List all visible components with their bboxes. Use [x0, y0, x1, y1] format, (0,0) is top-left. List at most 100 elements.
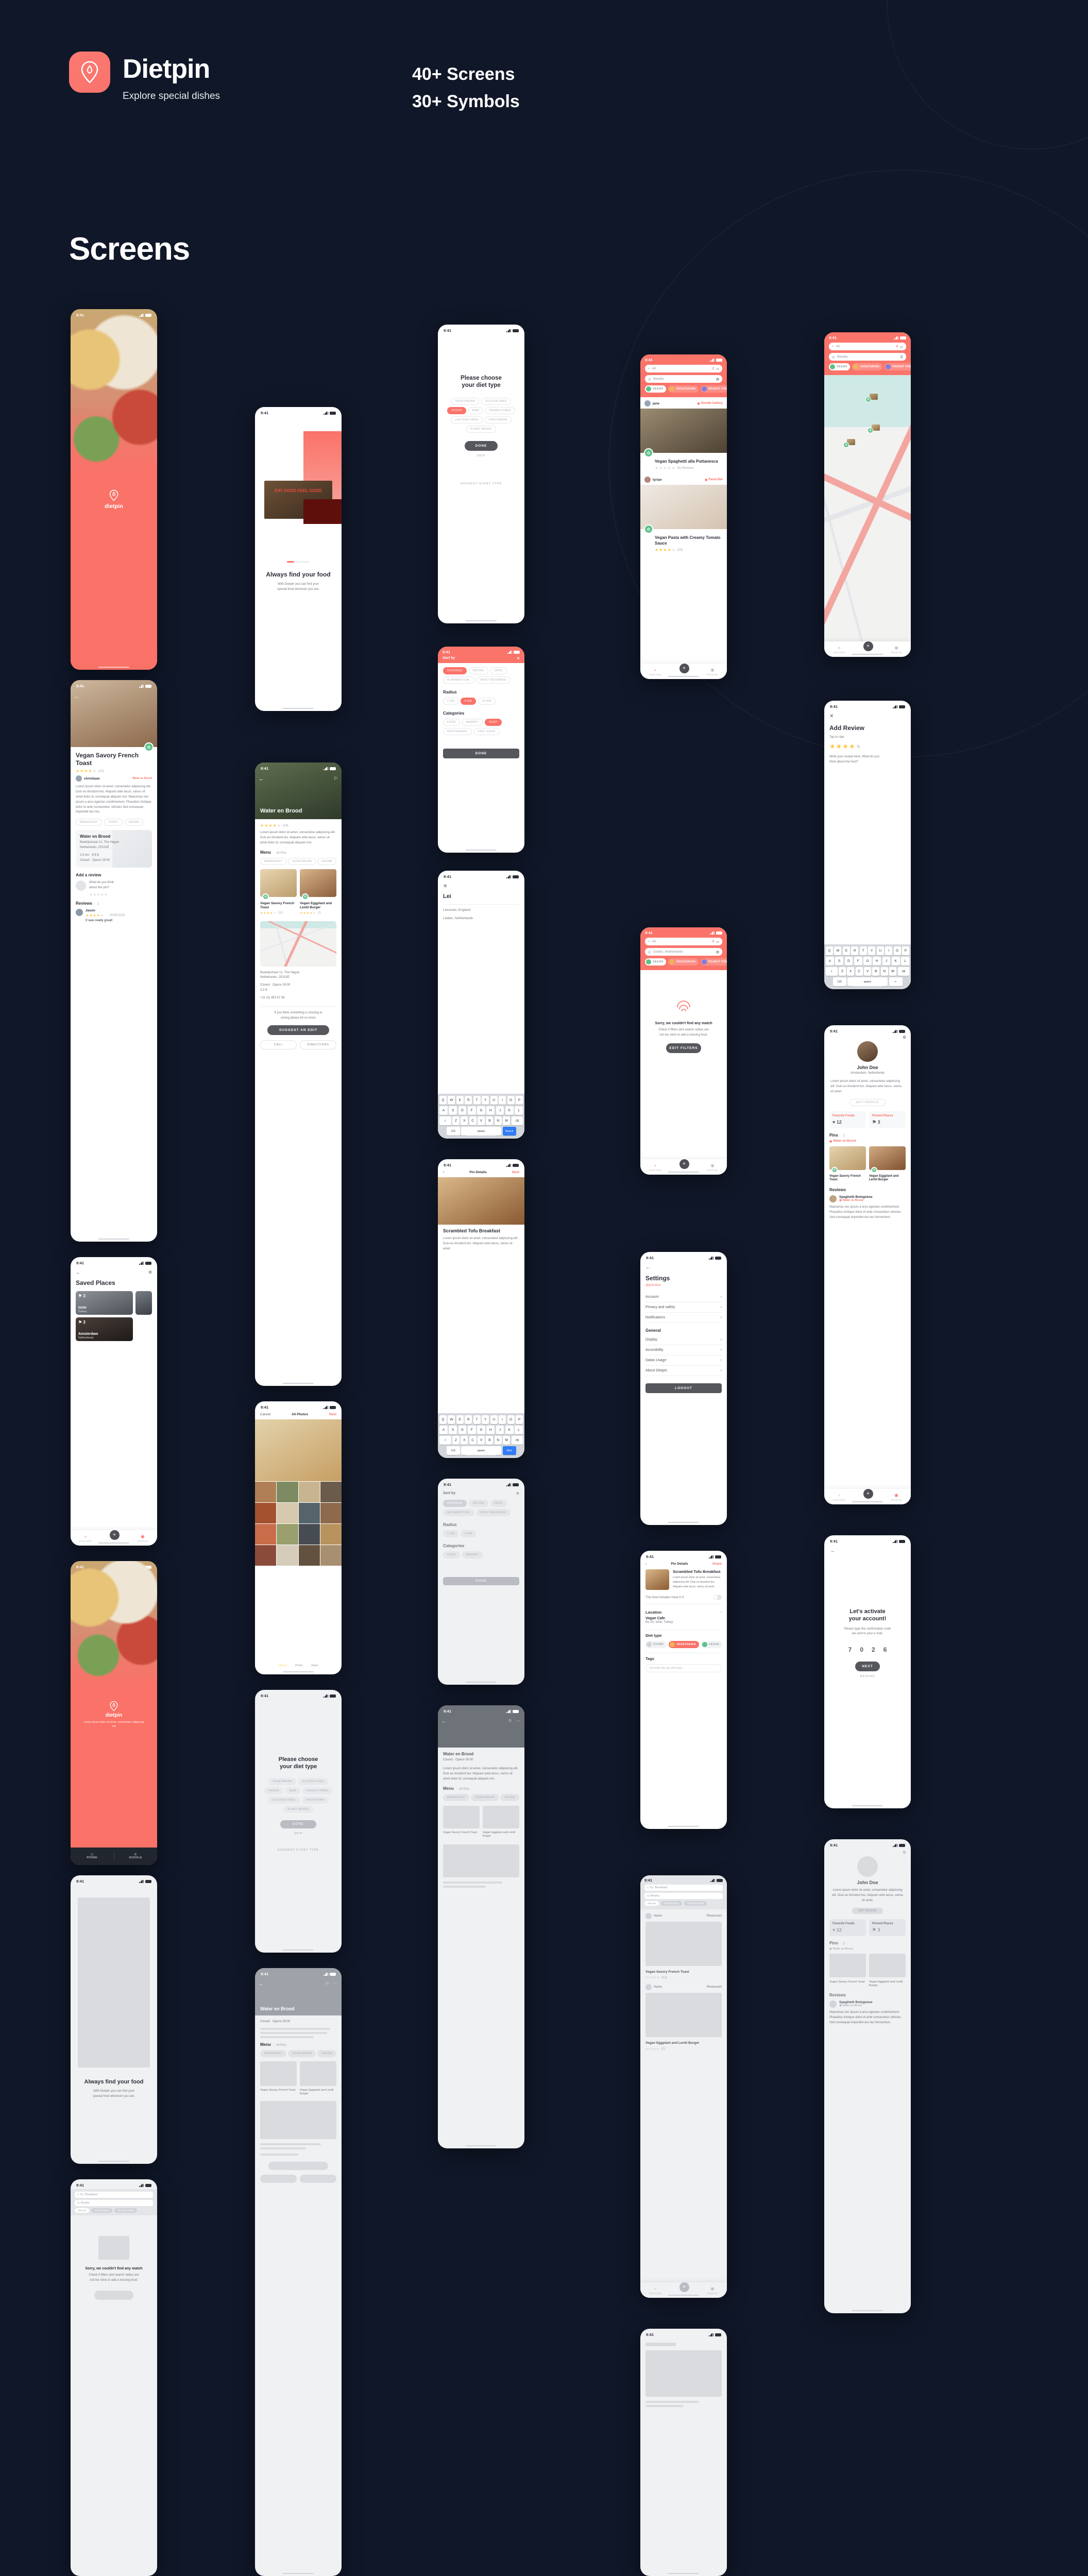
screen-wireframe-onboarding[interactable]: 9:41 Always find your food With Dietpin …: [71, 1875, 157, 2164]
screen-profile[interactable]: 9:41 ⚙ John Doe Amsterdam, Netherlands L…: [824, 1025, 911, 1504]
wireframe-map[interactable]: [260, 2101, 336, 2140]
settings-item-notifications[interactable]: Notifications ›: [645, 1313, 722, 1323]
back-arrow-icon[interactable]: ‹: [645, 1562, 647, 1566]
sort-option-date[interactable]: DATE: [490, 667, 507, 674]
next-button[interactable]: NEXT: [855, 1662, 880, 1672]
key-c[interactable]: C: [469, 1436, 477, 1445]
key-q[interactable]: Q: [439, 1096, 447, 1105]
tab-profile[interactable]: ◉ PROFILE: [707, 2286, 718, 2295]
diet-option[interactable]: FRUITARIAN: [301, 1796, 329, 1804]
key-a[interactable]: A: [439, 1426, 448, 1434]
screen-restaurant-detail[interactable]: 9:41 ← ⚐ Water en Brood ★ ★ ★ ★ ★ (24) Lorem…: [255, 762, 342, 1386]
keyboard[interactable]: QWERTYUIOP ASDFGHJKL ⇧ Z X C V B N M ⌫ 123 space N…: [438, 1413, 524, 1458]
profile-pin-card[interactable]: ✿ Vegan Savory French Toast: [829, 1146, 866, 1183]
add-pin-button[interactable]: +: [109, 1530, 120, 1540]
key-i[interactable]: I: [885, 946, 893, 955]
key-backspace[interactable]: ⌫: [897, 967, 910, 976]
suggest-edit-button[interactable]: [268, 2162, 328, 2171]
key-numbers[interactable]: 123: [446, 1127, 460, 1136]
key-h[interactable]: H: [486, 1106, 495, 1115]
tag-chip[interactable]: BREAKFAST: [260, 857, 287, 865]
key-n[interactable]: N: [494, 1116, 502, 1125]
diet-option[interactable]: VEGAN: [264, 1787, 283, 1794]
code-digit-4[interactable]: 6: [883, 1646, 887, 1653]
review-place[interactable]: ◉ Water en Brood: [839, 1199, 873, 1202]
sort-options[interactable]: DISTANCE RATING DATE ALPHABETICAL MOST R…: [443, 667, 519, 684]
map-pin-icon[interactable]: ✿: [843, 442, 849, 448]
map-pin-icon[interactable]: ✿: [868, 428, 873, 433]
filter-chips[interactable]: VEGAN VEGETARIAN PEANUT FREE: [645, 958, 727, 965]
suggest-diet-link[interactable]: SUGGEST A DIET TYPE: [444, 482, 518, 485]
screen-onboarding[interactable]: 9:41 EAT GOOD FEEL GOOD Always find your…: [255, 407, 342, 711]
tab-explore[interactable]: ⌕ EXPLORE: [833, 1493, 845, 1501]
tag-chip[interactable]: VEGAN: [500, 1793, 519, 1801]
next-button[interactable]: Next: [329, 1413, 336, 1416]
tab-explore[interactable]: ⌕ EXPLORE: [649, 667, 661, 676]
edit-filters-button[interactable]: EDIT FILTERS: [666, 1043, 701, 1053]
sort-option-distance[interactable]: DISTANCE: [443, 1500, 467, 1507]
gear-icon[interactable]: ⚙: [903, 1035, 906, 1040]
sort-option-most-reviewed[interactable]: MOST REVIEWED: [476, 676, 511, 684]
diet-option-lactose-free[interactable]: LACTOSE-FREE: [451, 416, 483, 423]
post-header[interactable]: Name Restaurant: [645, 1984, 722, 1991]
saved-place-card[interactable]: ⚑ 3 Amsterdam Netherlands: [76, 1317, 133, 1341]
screen-splash[interactable]: 9:41 dietpin: [71, 309, 157, 670]
settings-item-about[interactable]: About Dietpin ›: [645, 1366, 722, 1376]
radius-option-1km[interactable]: 1 KM: [443, 1530, 459, 1537]
filter-icon[interactable]: ⚏: [900, 345, 903, 349]
map-icon[interactable]: ▤: [716, 377, 719, 381]
key-e[interactable]: E: [456, 1096, 464, 1105]
call-button[interactable]: [260, 2175, 297, 2183]
nearby-input[interactable]: ◎ Nearby: [644, 1893, 723, 1899]
filter-chip-peanut-free[interactable]: PEANUT FREE: [114, 2208, 138, 2213]
key-z[interactable]: Z: [452, 1116, 460, 1125]
category-option-shop[interactable]: SHOP: [484, 719, 502, 726]
more-icon[interactable]: ⋯: [333, 1981, 337, 1986]
diet-chip-other[interactable]: OTHER: [645, 1640, 667, 1648]
tag-chip[interactable]: VEGETARIAN: [471, 1793, 499, 1801]
key-y[interactable]: Y: [868, 946, 876, 955]
diet-option-gluten-free[interactable]: GLUTEN-FREE: [481, 397, 512, 405]
screen-map[interactable]: 9:41 ⌕ All 6 ⚏ ◎ Nearby ☰ VEGAN VEGETARIAN…: [824, 332, 911, 657]
radius-option-5km[interactable]: 5 KM: [461, 698, 477, 705]
key-t[interactable]: T: [473, 1096, 481, 1105]
screen-wireframe-no-match[interactable]: 9:41 ⌕ Try "Breakfast" ◎ Nearby VEGAN VE…: [71, 2179, 157, 2576]
key-space[interactable]: space: [847, 977, 888, 986]
location-result[interactable]: Leiden, Netherlands: [443, 916, 519, 921]
pin-place-label[interactable]: ◉ Water en Brood: [829, 1140, 906, 1143]
tab-profile[interactable]: ◉ PROFILE: [891, 645, 902, 654]
key-q[interactable]: Q: [825, 946, 833, 955]
key-s[interactable]: S: [449, 1426, 457, 1434]
pin-place-label[interactable]: ◉ Water en Brood: [829, 1947, 906, 1951]
key-r[interactable]: R: [851, 946, 859, 955]
tag-chip[interactable]: VEGETARIAN: [288, 857, 316, 865]
pin-name-input[interactable]: Scrambled Tofu Breakfast: [443, 1228, 519, 1234]
nearby-input[interactable]: ◎ Nearby ▤: [645, 375, 722, 383]
tag-chip[interactable]: VEGAN: [317, 857, 336, 865]
key-v[interactable]: V: [478, 1116, 485, 1125]
filter-chip-vegetarian[interactable]: VEGETARIAN: [668, 958, 699, 965]
login-google-button[interactable]: G GOOGLE: [114, 1853, 158, 1859]
key-numbers[interactable]: 123: [446, 1446, 460, 1455]
settings-item-display[interactable]: Display ›: [645, 1335, 722, 1345]
tags-input[interactable]: Describe this pin with tags...: [645, 1664, 722, 1672]
key-z[interactable]: Z: [839, 967, 846, 976]
key-t[interactable]: T: [859, 946, 867, 955]
key-u[interactable]: U: [876, 946, 884, 955]
search-input[interactable]: ⌕ All 0 ⚏: [645, 938, 722, 945]
key-s[interactable]: S: [449, 1106, 457, 1115]
photo-grid[interactable]: [255, 1482, 342, 1566]
screen-add-review[interactable]: 9:41 ✕ Add Review Tap to rate ★ ★ ★ ★ ★ Writ…: [824, 701, 911, 989]
favorite-foods-card[interactable]: Favorite Foods ♥ 12: [829, 1919, 866, 1936]
key-shift[interactable]: ⇧: [439, 1436, 451, 1445]
key-f[interactable]: F: [854, 957, 862, 965]
location-result[interactable]: Leicester, England: [443, 905, 519, 916]
filter-chip-vegan[interactable]: VEGAN: [829, 363, 851, 370]
menu-dish-card[interactable]: ✿ Vegan Eggplant and Lentil Burger ★ ★ ★ ★ ★…: [300, 869, 336, 916]
bookmark-icon[interactable]: ⚐: [334, 776, 338, 782]
key-k[interactable]: K: [505, 1426, 514, 1434]
filter-chip-vegan[interactable]: VEGAN: [75, 2208, 90, 2213]
call-button[interactable]: CALL: [260, 1040, 297, 1049]
sort-option-alphabetical[interactable]: ALPHABETICAL: [443, 1509, 474, 1516]
radius-option-5km[interactable]: 5 KM: [461, 1530, 477, 1537]
